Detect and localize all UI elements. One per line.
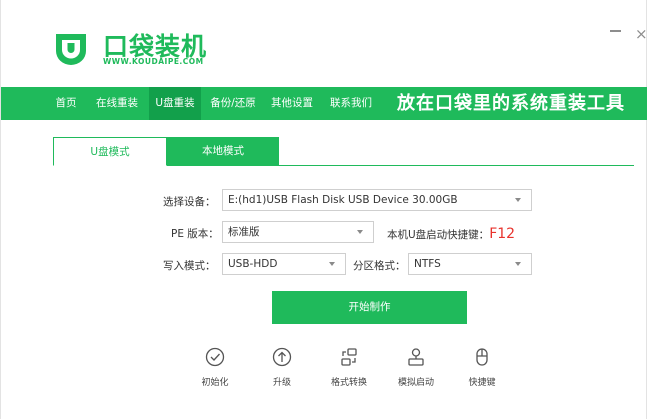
boot-hotkey-label: 本机U盘启动快捷键： [387,229,490,241]
device-label: 选择设备： [163,196,216,208]
tool-upgrade-label: 升级 [272,378,291,388]
write-mode-select-value: USB-HDD [228,258,278,270]
close-button[interactable]: × [635,27,647,42]
pe-version-select[interactable]: 标准版 [222,221,374,243]
nav-item-home[interactable]: 首页 [45,87,87,120]
nav-item-other-settings[interactable]: 其他设置 [265,87,319,120]
start-make-button[interactable]: 开始制作 [272,291,467,324]
write-mode-select[interactable]: USB-HDD [222,253,346,275]
tool-initialize-label: 初始化 [201,378,229,388]
simulate-boot-icon [408,348,424,366]
logo-icon [56,34,86,65]
convert-icon [341,348,357,366]
pe-version-label: PE 版本： [171,228,219,240]
tab-divider [167,165,634,166]
mouse-icon [476,348,488,366]
chevron-down-icon [329,262,335,266]
tool-hotkey[interactable]: 快捷键 [452,346,512,388]
boot-hotkey-info: 本机U盘启动快捷键：F12 [387,226,515,242]
pe-version-select-value: 标准版 [228,226,260,238]
tool-hotkey-label: 快捷键 [468,378,496,388]
tab-usb-mode[interactable]: U盘模式 [53,137,167,166]
tool-initialize[interactable]: 初始化 [185,346,245,388]
device-select-value: E:(hd1)USB Flash Disk USB Device 30.00GB [228,194,458,206]
nav-item-backup-restore[interactable]: 备份/还原 [204,87,262,120]
tab-local-mode[interactable]: 本地模式 [167,137,279,166]
write-mode-label: 写入模式： [163,260,216,272]
boot-hotkey-value: F12 [489,226,516,242]
tool-format-convert[interactable]: 格式转换 [319,346,379,388]
nav-item-usb-reinstall[interactable]: U盘重装 [149,87,201,120]
nav-slogan: 放在口袋里的系统重装工具 [397,93,625,114]
tool-simulate-boot-label: 模拟启动 [397,378,434,388]
main-nav: 首页 在线重装 U盘重装 备份/还原 其他设置 联系我们 放在口袋里的系统重装工… [1,87,647,120]
partition-format-select[interactable]: NTFS [408,253,532,275]
tool-format-convert-label: 格式转换 [330,378,367,388]
nav-item-contact-us[interactable]: 联系我们 [324,87,378,120]
partition-format-select-value: NTFS [414,258,441,270]
tool-simulate-boot[interactable]: 模拟启动 [386,346,446,388]
minimize-button[interactable] [610,30,621,32]
device-select[interactable]: E:(hd1)USB Flash Disk USB Device 30.00GB [222,189,532,211]
tool-upgrade[interactable]: 升级 [252,346,312,388]
upgrade-icon [272,347,292,367]
nav-item-online-reinstall[interactable]: 在线重装 [89,87,145,120]
app-window: 口袋装机 WWW.KOUDAIPE.COM × 首页 在线重装 U盘重装 备份/… [0,0,647,419]
partition-format-label: 分区格式： [353,260,406,272]
chevron-down-icon [515,262,521,266]
chevron-down-icon [515,198,521,202]
chevron-down-icon [357,230,363,234]
app-subtitle: WWW.KOUDAIPE.COM [103,57,204,66]
check-circle-icon [205,347,225,367]
